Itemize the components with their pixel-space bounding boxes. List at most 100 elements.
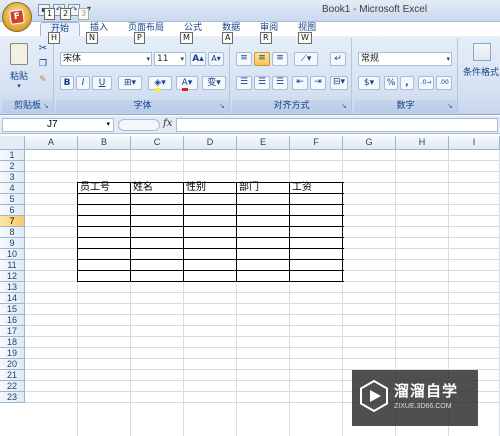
bold-button[interactable]: B [60,76,74,90]
row-header-5[interactable]: 5 [0,194,25,205]
row-gridline [25,336,500,337]
name-box[interactable]: J7 ▾ [2,118,114,132]
row-header-6[interactable]: 6 [0,205,25,216]
column-header-b[interactable]: B [78,136,131,150]
select-all-button[interactable] [0,136,25,150]
table-header-cell[interactable]: 工资 [292,182,312,194]
row-header-21[interactable]: 21 [0,370,25,381]
increase-decimal-button[interactable]: .0→ [418,76,434,90]
column-header-h[interactable]: H [396,136,449,150]
wrap-text-button[interactable]: ↵ [330,52,346,66]
orientation-button[interactable]: ⟋▾ [294,52,318,66]
row-header-3[interactable]: 3 [0,172,25,183]
column-header-a[interactable]: A [25,136,78,150]
decrease-decimal-button[interactable]: .00 [436,76,452,90]
format-painter-button[interactable]: ✎ [36,74,50,87]
align-left-button[interactable]: ☰ [236,76,252,90]
currency-button[interactable]: $▾ [358,76,380,90]
row-gridline [25,171,500,172]
font-color-button[interactable]: A▾ [176,76,198,91]
chevron-down-icon: ▾ [446,55,450,63]
column-header-i[interactable]: I [449,136,500,150]
paste-button[interactable]: 粘贴 ▾ [4,40,34,98]
column-header-g[interactable]: G [343,136,396,150]
align-bottom-button[interactable]: ≡ [272,52,288,66]
row-header-12[interactable]: 12 [0,271,25,282]
chevron-down-icon: ▾ [146,55,150,63]
function-area: fx [118,118,178,132]
table-header-cell[interactable]: 部门 [239,182,259,194]
underline-button[interactable]: U [92,76,112,90]
row-header-15[interactable]: 15 [0,304,25,315]
keytip-home: H [48,32,61,44]
table-border-v [130,182,131,282]
row-header-4[interactable]: 4 [0,183,25,194]
row-header-2[interactable]: 2 [0,161,25,172]
borders-button[interactable]: ⊞▾ [118,76,142,90]
keytip-page-layout: P [134,32,145,44]
font-size-select[interactable]: 11 ▾ [154,52,186,66]
percent-button[interactable]: % [384,76,398,90]
row-header-16[interactable]: 16 [0,315,25,326]
title-bar: ▪ ↶ ↷ ▾ 1 2 3 Book1 - Microsoft Excel [0,0,500,22]
column-header-c[interactable]: C [131,136,184,150]
shrink-font-button[interactable]: A▾ [208,52,224,66]
row-header-19[interactable]: 19 [0,348,25,359]
row-gridline [25,314,500,315]
align-top-button[interactable]: ≡ [236,52,252,66]
phonetic-button[interactable]: 变▾ [202,76,226,90]
copy-button[interactable]: ❐ [36,58,50,71]
column-header-e[interactable]: E [237,136,290,150]
dialog-launcher-icon[interactable]: ↘ [219,103,227,111]
row-header-17[interactable]: 17 [0,326,25,337]
font-group: 宋体 ▾ 11 ▾ A▴ A▾ B I U ⊞▾ ◈▾ A▾ 变▾ 字体 ↘ [56,38,230,113]
row-header-9[interactable]: 9 [0,238,25,249]
decrease-indent-button[interactable]: ⇤ [292,76,308,90]
row-header-20[interactable]: 20 [0,359,25,370]
chevron-down-icon: ▾ [17,82,21,90]
row-gridline [25,303,500,304]
row-header-1[interactable]: 1 [0,150,25,161]
row-header-10[interactable]: 10 [0,249,25,260]
align-right-button[interactable]: ☰ [272,76,288,90]
comma-button[interactable]: , [400,76,414,90]
row-header-13[interactable]: 13 [0,282,25,293]
alignment-group: ≡ ≡ ≡ ⟋▾ ↵ ☰ ☰ ☰ ⇤ ⇥ ⊟▾ 对齐方式 ↘ [232,38,352,113]
italic-button[interactable]: I [76,76,90,90]
watermark-subtitle: ZIXUE.3D66.COM [394,403,452,410]
row-header-18[interactable]: 18 [0,337,25,348]
row-header-7[interactable]: 7 [0,216,25,227]
increase-indent-button[interactable]: ⇥ [310,76,326,90]
insert-function-button[interactable]: fx [163,118,172,129]
table-header-cell[interactable]: 性别 [186,182,206,194]
office-button[interactable]: F [2,2,32,32]
column-header-f[interactable]: F [290,136,343,150]
keytip-qat-3: 3 [78,8,90,20]
table-border-h [78,226,344,227]
number-format-select[interactable]: 常规 ▾ [358,52,452,66]
grow-font-button[interactable]: A▴ [190,52,206,66]
formula-input[interactable] [176,118,498,132]
row-header-23[interactable]: 23 [0,392,25,403]
row-header-8[interactable]: 8 [0,227,25,238]
row-header-11[interactable]: 11 [0,260,25,271]
dialog-launcher-icon[interactable]: ↘ [341,103,349,111]
dialog-launcher-icon[interactable]: ↘ [43,103,51,111]
column-header-d[interactable]: D [184,136,237,150]
tab-page-layout[interactable]: 页面布局 [118,22,174,36]
conditional-format-icon [473,43,491,61]
align-center-button[interactable]: ☰ [254,76,270,90]
clipboard-group: 粘贴 ▾ ✂ ❐ ✎ 剪贴板 ↘ [2,38,54,113]
font-name-select[interactable]: 宋体 ▾ [60,52,152,66]
dialog-launcher-icon[interactable]: ↘ [447,103,455,111]
styles-group: 条件格式 [460,38,500,113]
table-header-cell[interactable]: 姓名 [133,182,153,194]
merge-center-button[interactable]: ⊟▾ [330,76,348,90]
table-header-cell[interactable]: 员工号 [80,182,110,194]
table-border-v [77,182,78,282]
align-middle-button[interactable]: ≡ [254,52,270,66]
conditional-format-button[interactable]: 条件格式 [462,40,500,90]
row-header-22[interactable]: 22 [0,381,25,392]
fill-color-button[interactable]: ◈▾ [148,76,172,91]
row-header-14[interactable]: 14 [0,293,25,304]
